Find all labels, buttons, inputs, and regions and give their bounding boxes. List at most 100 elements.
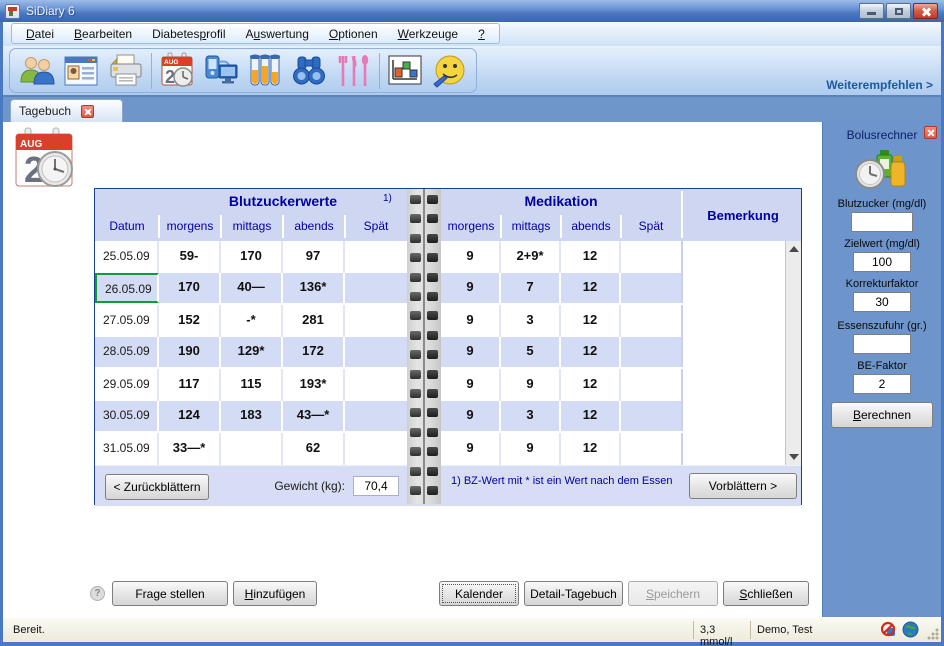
bolus-correction-input[interactable] [853, 292, 911, 312]
bz-morgens-cell[interactable]: 124 [159, 401, 221, 431]
bz-mittags-cell[interactable]: 129* [221, 337, 283, 367]
med-morgens-cell[interactable]: 9 [441, 305, 501, 337]
bemerkung-cell[interactable] [681, 401, 787, 431]
detail-diary-button[interactable]: Detail-Tagebuch [524, 581, 623, 606]
bz-morgens-cell[interactable]: 152 [159, 305, 221, 337]
med-abends-cell[interactable]: 12 [561, 241, 621, 273]
menu-help[interactable]: ? [468, 25, 495, 43]
menu-bearbeiten[interactable]: Bearbeiten [64, 25, 142, 43]
save-button[interactable]: Speichern [628, 581, 718, 606]
med-morgens-cell[interactable]: 9 [441, 337, 501, 367]
tab-close-icon[interactable] [81, 105, 94, 118]
bz-spaet-cell[interactable] [345, 433, 407, 465]
food-icon[interactable] [334, 51, 372, 91]
statistics-icon[interactable] [386, 51, 424, 91]
bz-mittags-cell[interactable]: 183 [221, 401, 283, 431]
med-mittags-cell[interactable]: 3 [501, 305, 561, 337]
bz-mittags-cell[interactable]: 170 [221, 241, 283, 273]
print-icon[interactable] [106, 51, 144, 91]
close-dialog-button[interactable]: Schließen [723, 581, 809, 606]
page-back-button[interactable]: < Zurückblättern [105, 474, 209, 500]
calculate-button[interactable]: Berechnen [831, 402, 933, 428]
bemerkung-cell[interactable] [681, 241, 787, 273]
bz-spaet-cell[interactable] [345, 401, 407, 431]
bz-morgens-cell[interactable]: 117 [159, 369, 221, 401]
menu-optionen[interactable]: Optionen [319, 25, 388, 43]
bemerkung-cell[interactable] [681, 369, 787, 401]
med-abends-cell[interactable]: 12 [561, 369, 621, 401]
bz-abends-cell[interactable]: 43—* [283, 401, 345, 431]
menu-auswertung[interactable]: Auswertung [236, 25, 319, 43]
med-morgens-cell[interactable]: 9 [441, 369, 501, 401]
date-cell[interactable]: 25.05.09 [95, 241, 159, 273]
binoculars-icon[interactable] [290, 51, 328, 91]
med-mittags-cell[interactable]: 5 [501, 337, 561, 367]
maximize-button[interactable] [886, 3, 911, 19]
bolus-be-factor-input[interactable] [853, 374, 911, 394]
ask-question-button[interactable]: Frage stellen [112, 581, 228, 606]
med-abends-cell[interactable]: 12 [561, 433, 621, 465]
bz-spaet-cell[interactable] [345, 241, 407, 273]
bz-abends-cell[interactable]: 62 [283, 433, 345, 465]
scroll-up-icon[interactable] [789, 246, 799, 252]
med-spaet-cell[interactable] [621, 305, 681, 337]
bz-mittags-cell[interactable]: -* [221, 305, 283, 337]
profile-icon[interactable] [62, 51, 100, 91]
med-morgens-cell[interactable]: 9 [441, 401, 501, 431]
med-spaet-cell[interactable] [621, 241, 681, 273]
med-mittags-cell[interactable]: 9 [501, 369, 561, 401]
date-cell[interactable]: 26.05.09 [95, 273, 159, 303]
bz-spaet-cell[interactable] [345, 273, 407, 303]
resize-grip[interactable] [927, 628, 939, 640]
weight-input[interactable] [353, 476, 399, 496]
med-mittags-cell[interactable]: 9 [501, 433, 561, 465]
med-mittags-cell[interactable]: 2+9* [501, 241, 561, 273]
device-sync-icon[interactable] [202, 51, 240, 91]
scroll-down-icon[interactable] [789, 454, 799, 460]
bz-mittags-cell[interactable]: 115 [221, 369, 283, 401]
menu-werkzeuge[interactable]: Werkzeuge [388, 25, 468, 43]
lab-values-icon[interactable] [246, 51, 284, 91]
bz-spaet-cell[interactable] [345, 369, 407, 401]
med-abends-cell[interactable]: 12 [561, 273, 621, 303]
bolus-close-icon[interactable] [924, 126, 937, 139]
bz-abends-cell[interactable]: 97 [283, 241, 345, 273]
bz-morgens-cell[interactable]: 170 [159, 273, 221, 303]
med-morgens-cell[interactable]: 9 [441, 273, 501, 303]
calendar-icon[interactable]: AUG2 [158, 51, 196, 91]
med-abends-cell[interactable]: 12 [561, 401, 621, 431]
menu-datei[interactable]: Datei [16, 25, 64, 43]
feedback-smiley-icon[interactable] [430, 51, 468, 91]
date-cell[interactable]: 27.05.09 [95, 305, 159, 337]
med-abends-cell[interactable]: 12 [561, 305, 621, 337]
med-spaet-cell[interactable] [621, 369, 681, 401]
med-mittags-cell[interactable]: 7 [501, 273, 561, 303]
bz-mittags-cell[interactable] [221, 433, 283, 465]
med-spaet-cell[interactable] [621, 401, 681, 431]
bz-abends-cell[interactable]: 281 [283, 305, 345, 337]
date-cell[interactable]: 30.05.09 [95, 401, 159, 431]
bz-morgens-cell[interactable]: 33—* [159, 433, 221, 465]
bolus-bz-input[interactable] [851, 212, 913, 232]
med-abends-cell[interactable]: 12 [561, 337, 621, 367]
add-button[interactable]: Hinzufügen [233, 581, 317, 606]
date-cell[interactable]: 28.05.09 [95, 337, 159, 367]
med-spaet-cell[interactable] [621, 433, 681, 465]
bz-abends-cell[interactable]: 172 [283, 337, 345, 367]
bz-abends-cell[interactable]: 136* [283, 273, 345, 303]
table-scrollbar[interactable] [785, 241, 801, 465]
bemerkung-cell[interactable] [681, 305, 787, 337]
bz-spaet-cell[interactable] [345, 337, 407, 367]
bemerkung-cell[interactable] [681, 337, 787, 367]
bolus-food-input[interactable] [853, 334, 911, 354]
bz-abends-cell[interactable]: 193* [283, 369, 345, 401]
date-cell[interactable]: 31.05.09 [95, 433, 159, 465]
bemerkung-cell[interactable] [681, 433, 787, 465]
recommend-link[interactable]: Weiterempfehlen > [826, 78, 933, 92]
bemerkung-cell[interactable] [681, 273, 787, 303]
bz-morgens-cell[interactable]: 190 [159, 337, 221, 367]
med-spaet-cell[interactable] [621, 273, 681, 303]
date-cell[interactable]: 29.05.09 [95, 369, 159, 401]
minimize-button[interactable] [859, 3, 884, 19]
med-mittags-cell[interactable]: 3 [501, 401, 561, 431]
